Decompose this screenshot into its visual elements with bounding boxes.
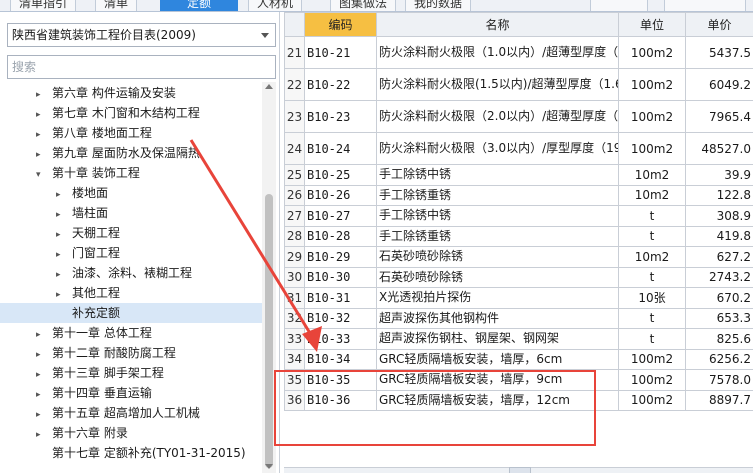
annotation-arrow — [189, 139, 322, 352]
